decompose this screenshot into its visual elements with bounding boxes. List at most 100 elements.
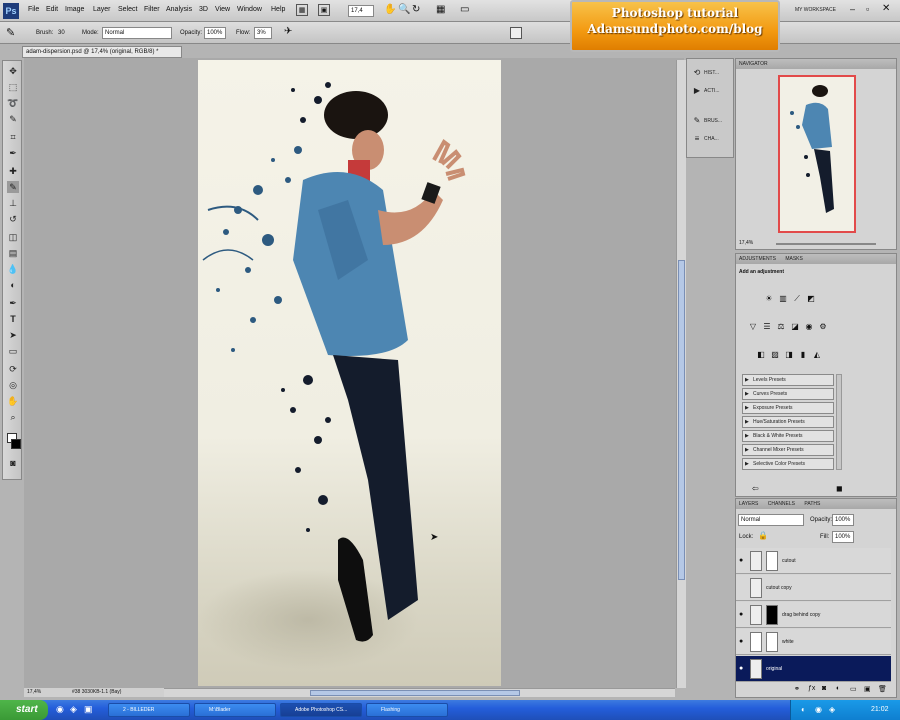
close-icon[interactable]: ✕ <box>882 3 890 14</box>
lock-icon[interactable]: 🔒 <box>758 531 768 540</box>
taskbar-item-billeder[interactable]: 2 - BILLEDER <box>108 703 190 717</box>
taskbar-item-flashing[interactable]: Flashing <box>366 703 448 717</box>
new-group-icon[interactable]: ▭ <box>850 685 857 693</box>
airbrush-icon[interactable]: ✈ <box>284 26 292 37</box>
history-panel-button[interactable]: ⟲ HIST... <box>690 65 732 81</box>
black-white-icon[interactable]: ◪ <box>790 322 800 332</box>
menu-file[interactable]: File <box>28 6 39 13</box>
menu-view[interactable]: View <box>215 6 230 13</box>
crop-tool-icon[interactable]: ⌗ <box>7 131 19 143</box>
menu-help[interactable]: Help <box>271 6 285 13</box>
gradient-map-icon[interactable]: ▮ <box>798 350 808 360</box>
flow-field[interactable]: 3% <box>254 27 272 39</box>
preset-black-white[interactable]: Black & White Presets <box>742 430 834 442</box>
preset-selective-color[interactable]: Selective Color Presets <box>742 458 834 470</box>
fill-field[interactable]: 100% <box>832 531 854 543</box>
status-zoom[interactable]: 17,4% <box>27 688 41 697</box>
new-adjustment-icon[interactable]: ◐ <box>836 685 840 692</box>
horizontal-scroll-thumb[interactable] <box>310 690 520 696</box>
channel-mixer-icon[interactable]: ⚙ <box>818 322 828 332</box>
levels-icon[interactable]: ▥ <box>778 294 788 304</box>
presets-scrollbar[interactable] <box>836 374 842 470</box>
threshold-icon[interactable]: ◨ <box>784 350 794 360</box>
quicklaunch-desktop-icon[interactable]: ▣ <box>84 704 93 715</box>
healing-tool-icon[interactable]: ✚ <box>7 165 19 177</box>
navigator-preview[interactable] <box>778 75 856 233</box>
delete-layer-icon[interactable]: 🗑 <box>878 685 887 693</box>
color-balance-icon[interactable]: ⚖ <box>776 322 786 332</box>
zoom-icon[interactable]: 🔍 <box>398 4 410 15</box>
preset-exposure[interactable]: Exposure Presets <box>742 402 834 414</box>
quick-select-tool-icon[interactable]: ✎ <box>7 113 19 125</box>
bridge-icon[interactable]: ▦ <box>296 4 308 16</box>
dodge-tool-icon[interactable]: ◐ <box>7 279 19 291</box>
selective-color-icon[interactable]: ◭ <box>812 350 822 360</box>
grid-icon[interactable]: ▦ <box>436 4 445 15</box>
visibility-eye-icon[interactable]: ● <box>739 638 743 645</box>
taskbar-item-photoshop[interactable]: Adobe Photoshop CS... <box>280 703 362 717</box>
tab-paths[interactable]: PATHS <box>804 501 820 507</box>
quicklaunch-browser-icon[interactable]: ◉ <box>56 704 64 715</box>
zoom-field[interactable]: 17,4 <box>348 5 374 17</box>
link-layers-icon[interactable]: ⚭ <box>794 685 800 693</box>
hue-saturation-icon[interactable]: ☰ <box>762 322 772 332</box>
eyedropper-tool-icon[interactable]: ✒ <box>7 147 19 159</box>
opacity-field[interactable]: 100% <box>204 27 226 39</box>
tray-security-icon[interactable]: ◈ <box>829 705 835 714</box>
exposure-icon[interactable]: ◩ <box>806 294 816 304</box>
hand-tool-icon[interactable]: ✋ <box>7 395 19 407</box>
path-select-tool-icon[interactable]: ➤ <box>7 329 19 341</box>
photoshop-logo[interactable]: Ps <box>3 3 19 19</box>
menu-analysis[interactable]: Analysis <box>166 6 192 13</box>
minimize-icon[interactable]: – <box>850 4 855 14</box>
tray-volume-icon[interactable]: ◉ <box>815 705 822 714</box>
shape-tool-icon[interactable]: ▭ <box>7 345 19 357</box>
preset-curves[interactable]: Curves Presets <box>742 388 834 400</box>
zoom-tool-icon[interactable]: ⌕ <box>7 411 19 423</box>
posterize-icon[interactable]: ▨ <box>770 350 780 360</box>
layer-row-white[interactable]: ● white <box>736 629 891 655</box>
adjustments-camera-icon[interactable]: ◼ <box>836 484 843 493</box>
history-brush-tool-icon[interactable]: ↺ <box>7 213 19 225</box>
visibility-eye-icon[interactable]: ● <box>739 557 743 564</box>
lasso-tool-icon[interactable]: ➰ <box>7 97 19 109</box>
channels-panel-button[interactable]: ≡ CHA... <box>690 131 732 147</box>
3d-rotate-tool-icon[interactable]: ⟳ <box>7 363 19 375</box>
workspace-switcher[interactable]: MY WORKSPACE <box>795 7 836 13</box>
tab-masks[interactable]: MASKS <box>785 256 803 262</box>
visibility-eye-icon[interactable]: ● <box>739 611 743 618</box>
actions-panel-button[interactable]: ▶ ACTI... <box>690 83 732 99</box>
brightness-contrast-icon[interactable]: ☀ <box>764 294 774 304</box>
return-icon[interactable]: ⇦ <box>752 484 759 493</box>
screen-mode-icon[interactable]: ▭ <box>460 4 469 15</box>
eraser-tool-icon[interactable]: ◫ <box>7 231 19 243</box>
brush-tool-icon[interactable]: ✎ <box>6 26 15 39</box>
navigator-zoom[interactable]: 17,4% <box>739 240 753 246</box>
tray-clock[interactable]: 21:02 <box>871 706 889 713</box>
arrange-icon[interactable]: ▣ <box>318 4 330 16</box>
menu-filter[interactable]: Filter <box>144 6 160 13</box>
background-color-swatch[interactable] <box>11 439 21 449</box>
vertical-scrollbar[interactable] <box>676 60 686 688</box>
tab-layers[interactable]: LAYERS <box>739 501 758 507</box>
restore-icon[interactable]: ▫ <box>866 4 869 14</box>
add-mask-icon[interactable]: ◙ <box>822 685 826 692</box>
horizontal-scrollbar[interactable] <box>160 688 675 697</box>
blend-mode-select[interactable]: Normal <box>738 514 804 526</box>
document-canvas[interactable]: ➤ <box>198 60 501 686</box>
navigator-zoom-slider[interactable] <box>776 243 876 245</box>
vertical-scroll-thumb[interactable] <box>678 260 685 580</box>
menu-3d[interactable]: 3D <box>199 6 208 13</box>
invert-icon[interactable]: ◧ <box>756 350 766 360</box>
pen-tool-icon[interactable]: ✒ <box>7 297 19 309</box>
quicklaunch-media-icon[interactable]: ◈ <box>70 704 77 715</box>
vibrance-icon[interactable]: ▽ <box>748 322 758 332</box>
layer-opacity-field[interactable]: 100% <box>832 514 854 526</box>
tab-channels[interactable]: CHANNELS <box>768 501 795 507</box>
type-tool-icon[interactable]: T <box>7 313 19 325</box>
layer-row-cutout[interactable]: ● cutout <box>736 548 891 574</box>
menu-image[interactable]: Image <box>65 6 84 13</box>
3d-orbit-tool-icon[interactable]: ◎ <box>7 379 19 391</box>
navigator-header[interactable]: NAVIGATOR <box>736 59 896 69</box>
preset-levels[interactable]: Levels Presets <box>742 374 834 386</box>
